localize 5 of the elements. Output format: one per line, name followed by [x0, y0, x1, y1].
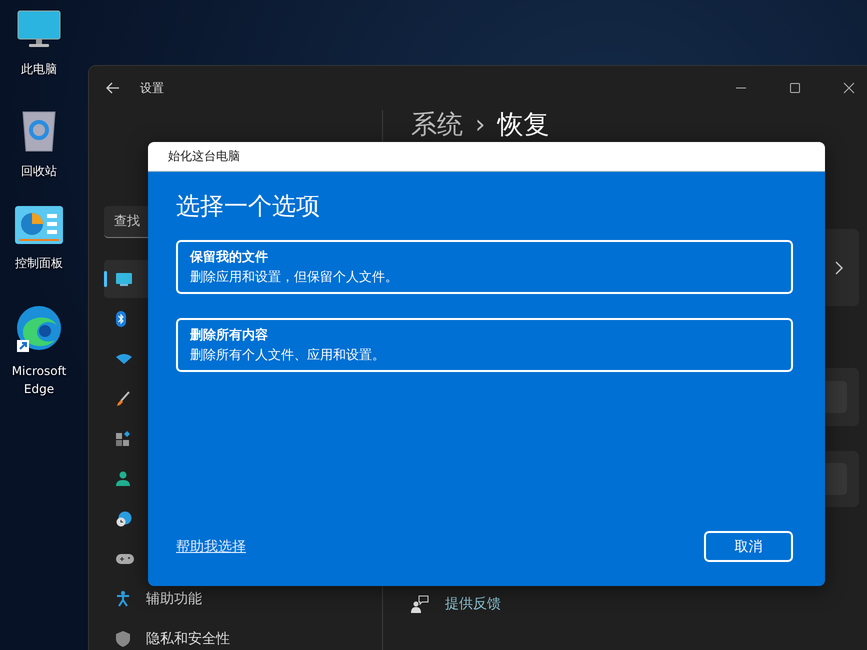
- dialog-title: 始化这台电脑: [168, 148, 240, 165]
- page-title: 恢复: [497, 110, 550, 140]
- breadcrumb-separator: ›: [475, 110, 486, 140]
- window-title: 设置: [140, 80, 164, 96]
- dialog-heading: 选择一个选项: [176, 191, 321, 222]
